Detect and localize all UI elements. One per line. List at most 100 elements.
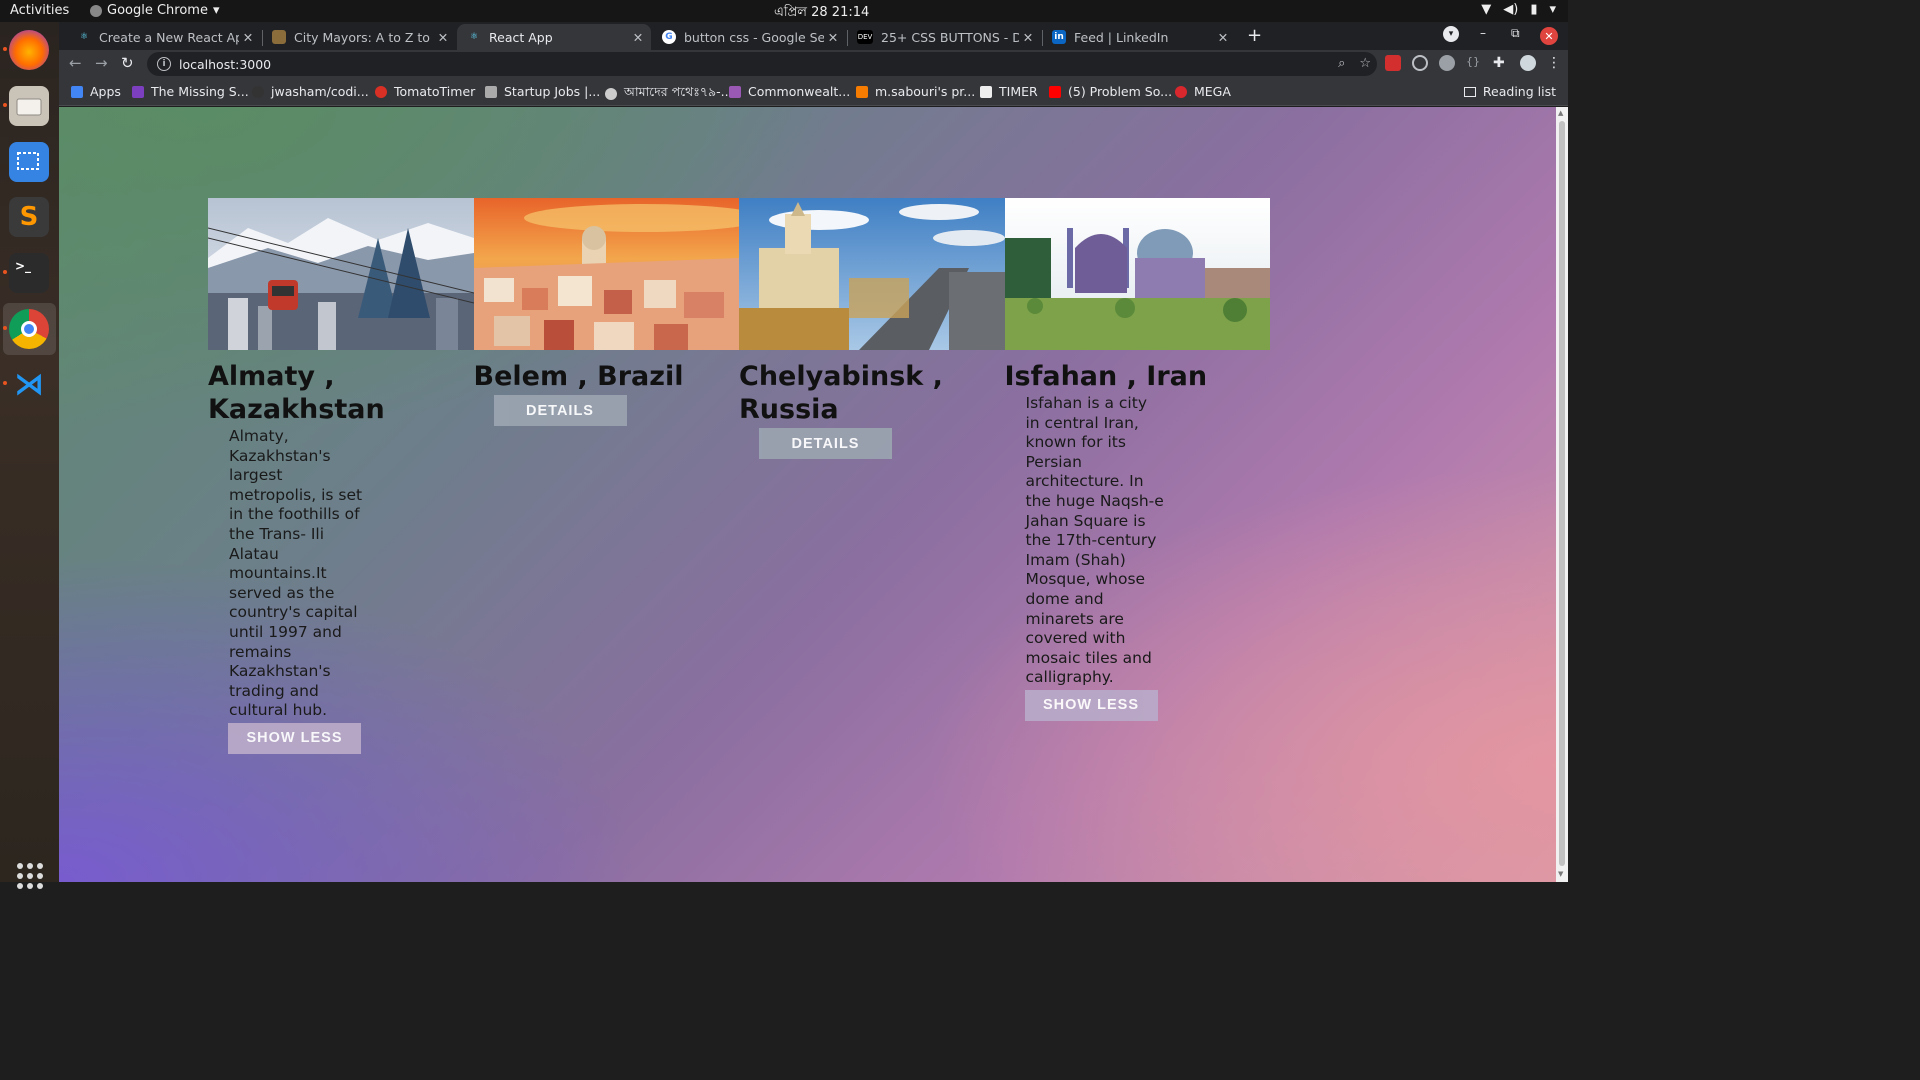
blogger-icon xyxy=(856,85,868,98)
react-icon: ⚛ xyxy=(469,32,479,42)
scroll-up-arrow-icon[interactable]: ▲ xyxy=(1558,109,1563,117)
close-window-button[interactable]: ✕ xyxy=(1540,27,1558,45)
zoom-icon[interactable]: ⌕ xyxy=(1338,56,1345,71)
forward-button[interactable]: → xyxy=(95,54,108,72)
show-applications-icon[interactable] xyxy=(17,863,43,889)
page-scrollbar[interactable]: ▲ ▼ xyxy=(1556,107,1568,882)
tab-title: Create a New React App – xyxy=(99,29,239,45)
bookmark-favicon xyxy=(132,85,144,98)
maximize-button[interactable]: ⧉ xyxy=(1511,26,1520,41)
running-indicator xyxy=(3,103,7,107)
bookmark-label: m.sabouri's pr... xyxy=(875,84,976,99)
system-top-bar: Activities Google Chrome ▾ এপ্রিল 28 21:… xyxy=(0,0,1568,22)
battery-icon: ▮ xyxy=(1530,2,1538,17)
tab-react-app[interactable]: ⚛ React App ✕ xyxy=(457,24,651,50)
show-less-button[interactable]: SHOW LESS xyxy=(228,722,361,754)
address-bar[interactable]: i localhost:3000 ⌕ ☆ xyxy=(147,52,1377,76)
react-icon: ⚛ xyxy=(79,32,89,42)
tab-google-search[interactable]: G button css - Google Search ✕ xyxy=(652,24,846,50)
system-tray[interactable]: ▼ ◀) ▮ ▾ xyxy=(1481,2,1556,17)
city-name: Isfahan , Iran xyxy=(1004,361,1208,392)
close-icon[interactable]: ✕ xyxy=(1019,30,1037,45)
extension-red-icon[interactable] xyxy=(1385,55,1401,71)
close-icon[interactable]: ✕ xyxy=(1214,30,1232,45)
apps-grid-icon xyxy=(71,85,83,98)
extensions-puzzle-icon[interactable]: ✚ xyxy=(1493,55,1509,71)
tomato-icon xyxy=(375,85,387,98)
terminal-icon[interactable]: >_ xyxy=(3,253,49,293)
profile-avatar[interactable] xyxy=(1520,55,1536,71)
scroll-down-arrow-icon[interactable]: ▼ xyxy=(1558,870,1563,878)
bookmark-mega[interactable]: MEGA xyxy=(1175,84,1231,99)
tab-strip: ⚛ Create a New React App – ✕ City Mayors… xyxy=(59,22,1568,50)
sublime-text-icon[interactable]: S xyxy=(9,197,49,237)
close-icon[interactable]: ✕ xyxy=(629,30,647,45)
bookmark-label: The Missing S... xyxy=(151,84,249,99)
tab-search-icon[interactable]: ▾ xyxy=(1443,26,1459,42)
reading-list-button[interactable]: Reading list xyxy=(1463,84,1556,99)
tab-title: Feed | LinkedIn xyxy=(1074,29,1169,45)
dock: S >_ ⋊ xyxy=(0,22,59,889)
bookmark-commonwealth[interactable]: Commonwealt... xyxy=(729,84,850,99)
tab-city-mayors[interactable]: City Mayors: A to Z to larg ✕ xyxy=(262,24,456,50)
city-card: Chelyabinsk , Russia DETAILS xyxy=(739,198,1005,459)
extension-circle-icon[interactable] xyxy=(1412,55,1428,71)
minimize-button[interactable]: – xyxy=(1480,26,1486,40)
bookmark-missing-semester[interactable]: The Missing S... xyxy=(132,84,249,99)
show-less-button[interactable]: SHOW LESS xyxy=(1024,689,1158,721)
bookmark-jwasham[interactable]: jwasham/codi... xyxy=(252,84,369,99)
bookmark-label: আমাদের পথেঃ৭৯-... xyxy=(624,84,733,99)
reading-list-label: Reading list xyxy=(1482,84,1556,99)
screenshot-icon[interactable] xyxy=(9,142,49,182)
tab-linkedin[interactable]: in Feed | LinkedIn ✕ xyxy=(1042,24,1236,50)
new-tab-button[interactable]: + xyxy=(1247,25,1262,46)
mega-icon xyxy=(1175,85,1187,98)
timer-icon xyxy=(980,85,992,98)
app-menu[interactable]: Google Chrome ▾ xyxy=(90,3,220,18)
tab-create-react-app[interactable]: ⚛ Create a New React App – ✕ xyxy=(67,24,261,50)
address-text: localhost:3000 xyxy=(179,56,272,72)
details-button[interactable]: DETAILS xyxy=(759,428,892,459)
bookmark-apps[interactable]: Apps xyxy=(71,84,121,99)
tab-title: City Mayors: A to Z to larg xyxy=(294,29,434,45)
city-list: Almaty , Kazakhstan Almaty, Kazakhstan's… xyxy=(208,198,1270,754)
tab-dev-css-buttons[interactable]: DEV 25+ CSS BUTTONS - DEV C ✕ xyxy=(847,24,1041,50)
bookmark-label: TomatoTimer xyxy=(394,84,476,99)
belem-rooftops-image xyxy=(473,198,739,350)
bookmark-bangla[interactable]: আমাদের পথেঃ৭৯-... xyxy=(605,84,733,104)
back-button[interactable]: ← xyxy=(69,54,82,72)
bookmark-problem-solving[interactable]: (5) Problem So... xyxy=(1049,84,1172,99)
github-icon xyxy=(252,85,264,98)
close-icon[interactable]: ✕ xyxy=(239,30,257,45)
city-name: Almaty , Kazakhstan xyxy=(208,361,385,425)
close-icon[interactable]: ✕ xyxy=(434,30,452,45)
city-card: Isfahan , Iran Isfahan is a city in cent… xyxy=(1004,198,1270,721)
activities-button[interactable]: Activities xyxy=(10,3,69,18)
reload-button[interactable]: ↻ xyxy=(121,54,134,72)
details-button[interactable]: DETAILS xyxy=(493,395,627,426)
extension-braces-icon[interactable]: {} xyxy=(1466,55,1482,71)
bookmark-favicon xyxy=(729,85,741,98)
bookmark-startup-jobs[interactable]: Startup Jobs |... xyxy=(485,84,600,99)
close-icon[interactable]: ✕ xyxy=(824,30,842,45)
menu-kebab-icon[interactable]: ⋮ xyxy=(1547,55,1563,71)
selection-glyph xyxy=(17,152,39,170)
extension-cloud-icon[interactable] xyxy=(1439,55,1455,71)
bookmark-label: (5) Problem So... xyxy=(1068,84,1173,99)
firefox-icon[interactable] xyxy=(3,30,49,70)
vscode-icon[interactable]: ⋊ xyxy=(3,364,49,404)
system-clock[interactable]: এপ্রিল 28 21:14 xyxy=(774,3,869,24)
city-photo-isfahan xyxy=(1004,198,1270,350)
city-photo-belem xyxy=(473,198,739,350)
scrollbar-thumb[interactable] xyxy=(1559,121,1565,866)
bookmark-msabouri[interactable]: m.sabouri's pr... xyxy=(856,84,975,99)
info-icon[interactable]: i xyxy=(157,57,171,71)
city-name: Chelyabinsk , Russia xyxy=(739,361,943,425)
files-icon[interactable] xyxy=(3,86,49,126)
chrome-icon[interactable] xyxy=(3,309,49,349)
bookmark-timer[interactable]: TIMER xyxy=(980,84,1038,99)
dev-icon: DEV xyxy=(857,30,873,44)
bookmark-tomatotimer[interactable]: TomatoTimer xyxy=(375,84,475,99)
extensions-area: {} ✚ ⋮ xyxy=(1385,55,1563,71)
bookmark-star-icon[interactable]: ☆ xyxy=(1359,56,1371,71)
